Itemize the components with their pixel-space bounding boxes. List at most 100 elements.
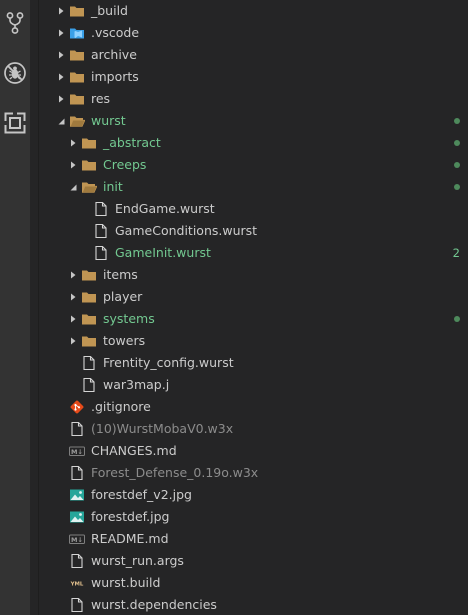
folder-row[interactable]: wurst <box>39 110 468 132</box>
chevron-right-icon[interactable] <box>53 66 69 88</box>
tree-item-label: Creeps <box>103 157 147 172</box>
folder-row[interactable]: Creeps <box>39 154 468 176</box>
source-control-icon[interactable] <box>0 7 30 39</box>
modified-dot-icon <box>454 176 460 198</box>
file-row[interactable]: Forest_Defense_0.19o.w3x <box>39 462 468 484</box>
folder-row[interactable]: res <box>39 88 468 110</box>
file-row[interactable]: EndGame.wurst <box>39 198 468 220</box>
file-row[interactable]: (10)WurstMobaV0.w3x <box>39 418 468 440</box>
chevron-right-icon[interactable] <box>65 154 81 176</box>
svg-text:YML: YML <box>70 582 84 588</box>
folder-row[interactable]: archive <box>39 44 468 66</box>
tree-item-label: init <box>103 179 123 194</box>
problem-count-badge: 2 <box>452 246 460 260</box>
folder-row[interactable]: towers <box>39 330 468 352</box>
chevron-right-icon[interactable] <box>65 132 81 154</box>
markdown-icon: M↓ <box>69 531 85 547</box>
file-row[interactable]: M↓ CHANGES.md <box>39 440 468 462</box>
chevron-down-icon[interactable] <box>53 110 69 132</box>
folder-row[interactable]: _abstract <box>39 132 468 154</box>
tree-item-label: _abstract <box>103 135 161 150</box>
file-row[interactable]: forestdef_v2.jpg <box>39 484 468 506</box>
file-icon <box>93 201 109 217</box>
chevron-right-icon[interactable] <box>65 308 81 330</box>
tree-item-label: README.md <box>91 531 169 546</box>
git-icon <box>69 399 85 415</box>
file-row[interactable]: YML wurst.build <box>39 572 468 594</box>
tree-item-label: EndGame.wurst <box>115 201 215 216</box>
activity-bar <box>0 0 30 615</box>
file-row[interactable]: wurst.dependencies <box>39 594 468 615</box>
chevron-right-icon[interactable] <box>53 44 69 66</box>
folder-row[interactable]: items <box>39 264 468 286</box>
folder-icon <box>81 289 97 305</box>
folder-row[interactable]: .vscode <box>39 22 468 44</box>
extensions-icon[interactable] <box>0 107 30 139</box>
chevron-right-icon[interactable] <box>53 88 69 110</box>
tree-item-label: _build <box>91 3 128 18</box>
file-icon <box>69 465 85 481</box>
no-bugs-icon[interactable] <box>0 57 30 89</box>
tree-item-label: forestdef.jpg <box>91 509 170 524</box>
chevron-right-icon[interactable] <box>65 330 81 352</box>
chevron-right-icon[interactable] <box>53 22 69 44</box>
tree-item-label: wurst <box>91 113 126 128</box>
file-icon <box>81 355 97 371</box>
folder-row[interactable]: _build <box>39 0 468 22</box>
tree-item-label: .gitignore <box>91 399 151 414</box>
modified-dot-icon <box>454 154 460 176</box>
file-row[interactable]: war3map.j <box>39 374 468 396</box>
modified-dot-icon <box>454 132 460 154</box>
folder-icon <box>81 311 97 327</box>
tree-item-label: systems <box>103 311 155 326</box>
sidebar-gap <box>30 0 38 615</box>
tree-item-label: war3map.j <box>103 377 170 392</box>
folder-open-icon <box>81 179 97 195</box>
folder-row[interactable]: systems <box>39 308 468 330</box>
chevron-right-icon[interactable] <box>53 0 69 22</box>
chevron-down-icon[interactable] <box>65 176 81 198</box>
tree-item-label: .vscode <box>91 25 140 40</box>
tree-item-label: CHANGES.md <box>91 443 177 458</box>
dot <box>454 184 460 190</box>
folder-row[interactable]: imports <box>39 66 468 88</box>
dot <box>454 140 460 146</box>
tree-item-label: Forest_Defense_0.19o.w3x <box>91 465 259 480</box>
tree-item-label: forestdef_v2.jpg <box>91 487 192 502</box>
file-icon <box>93 245 109 261</box>
tree-item-label: GameInit.wurst <box>115 245 211 260</box>
folder-icon <box>69 91 85 107</box>
folder-row[interactable]: init <box>39 176 468 198</box>
image-icon <box>69 487 85 503</box>
tree-item-label: wurst.build <box>91 575 161 590</box>
dot <box>454 118 460 124</box>
svg-text:M↓: M↓ <box>71 448 83 456</box>
tree-item-label: wurst.dependencies <box>91 597 217 612</box>
file-row[interactable]: .gitignore <box>39 396 468 418</box>
file-icon <box>81 377 97 393</box>
file-row[interactable]: Frentity_config.wurst <box>39 352 468 374</box>
file-icon <box>93 223 109 239</box>
tree-item-label: player <box>103 289 143 304</box>
chevron-right-icon[interactable] <box>65 264 81 286</box>
image-icon <box>69 509 85 525</box>
file-row[interactable]: forestdef.jpg <box>39 506 468 528</box>
file-row[interactable]: GameConditions.wurst <box>39 220 468 242</box>
folder-icon <box>81 135 97 151</box>
folder-icon <box>81 267 97 283</box>
dot <box>454 316 460 322</box>
file-row[interactable]: GameInit.wurst 2 <box>39 242 468 264</box>
svg-text:M↓: M↓ <box>71 536 83 544</box>
vscode-folder-icon <box>69 25 85 41</box>
file-icon <box>69 597 85 613</box>
tree-item-label: wurst_run.args <box>91 553 184 568</box>
folder-row[interactable]: player <box>39 286 468 308</box>
folder-icon <box>81 157 97 173</box>
file-row[interactable]: wurst_run.args <box>39 550 468 572</box>
chevron-right-icon[interactable] <box>65 286 81 308</box>
yaml-icon: YML <box>69 575 85 591</box>
markdown-icon: M↓ <box>69 443 85 459</box>
folder-icon <box>69 3 85 19</box>
tree-item-label: towers <box>103 333 146 348</box>
file-row[interactable]: M↓ README.md <box>39 528 468 550</box>
